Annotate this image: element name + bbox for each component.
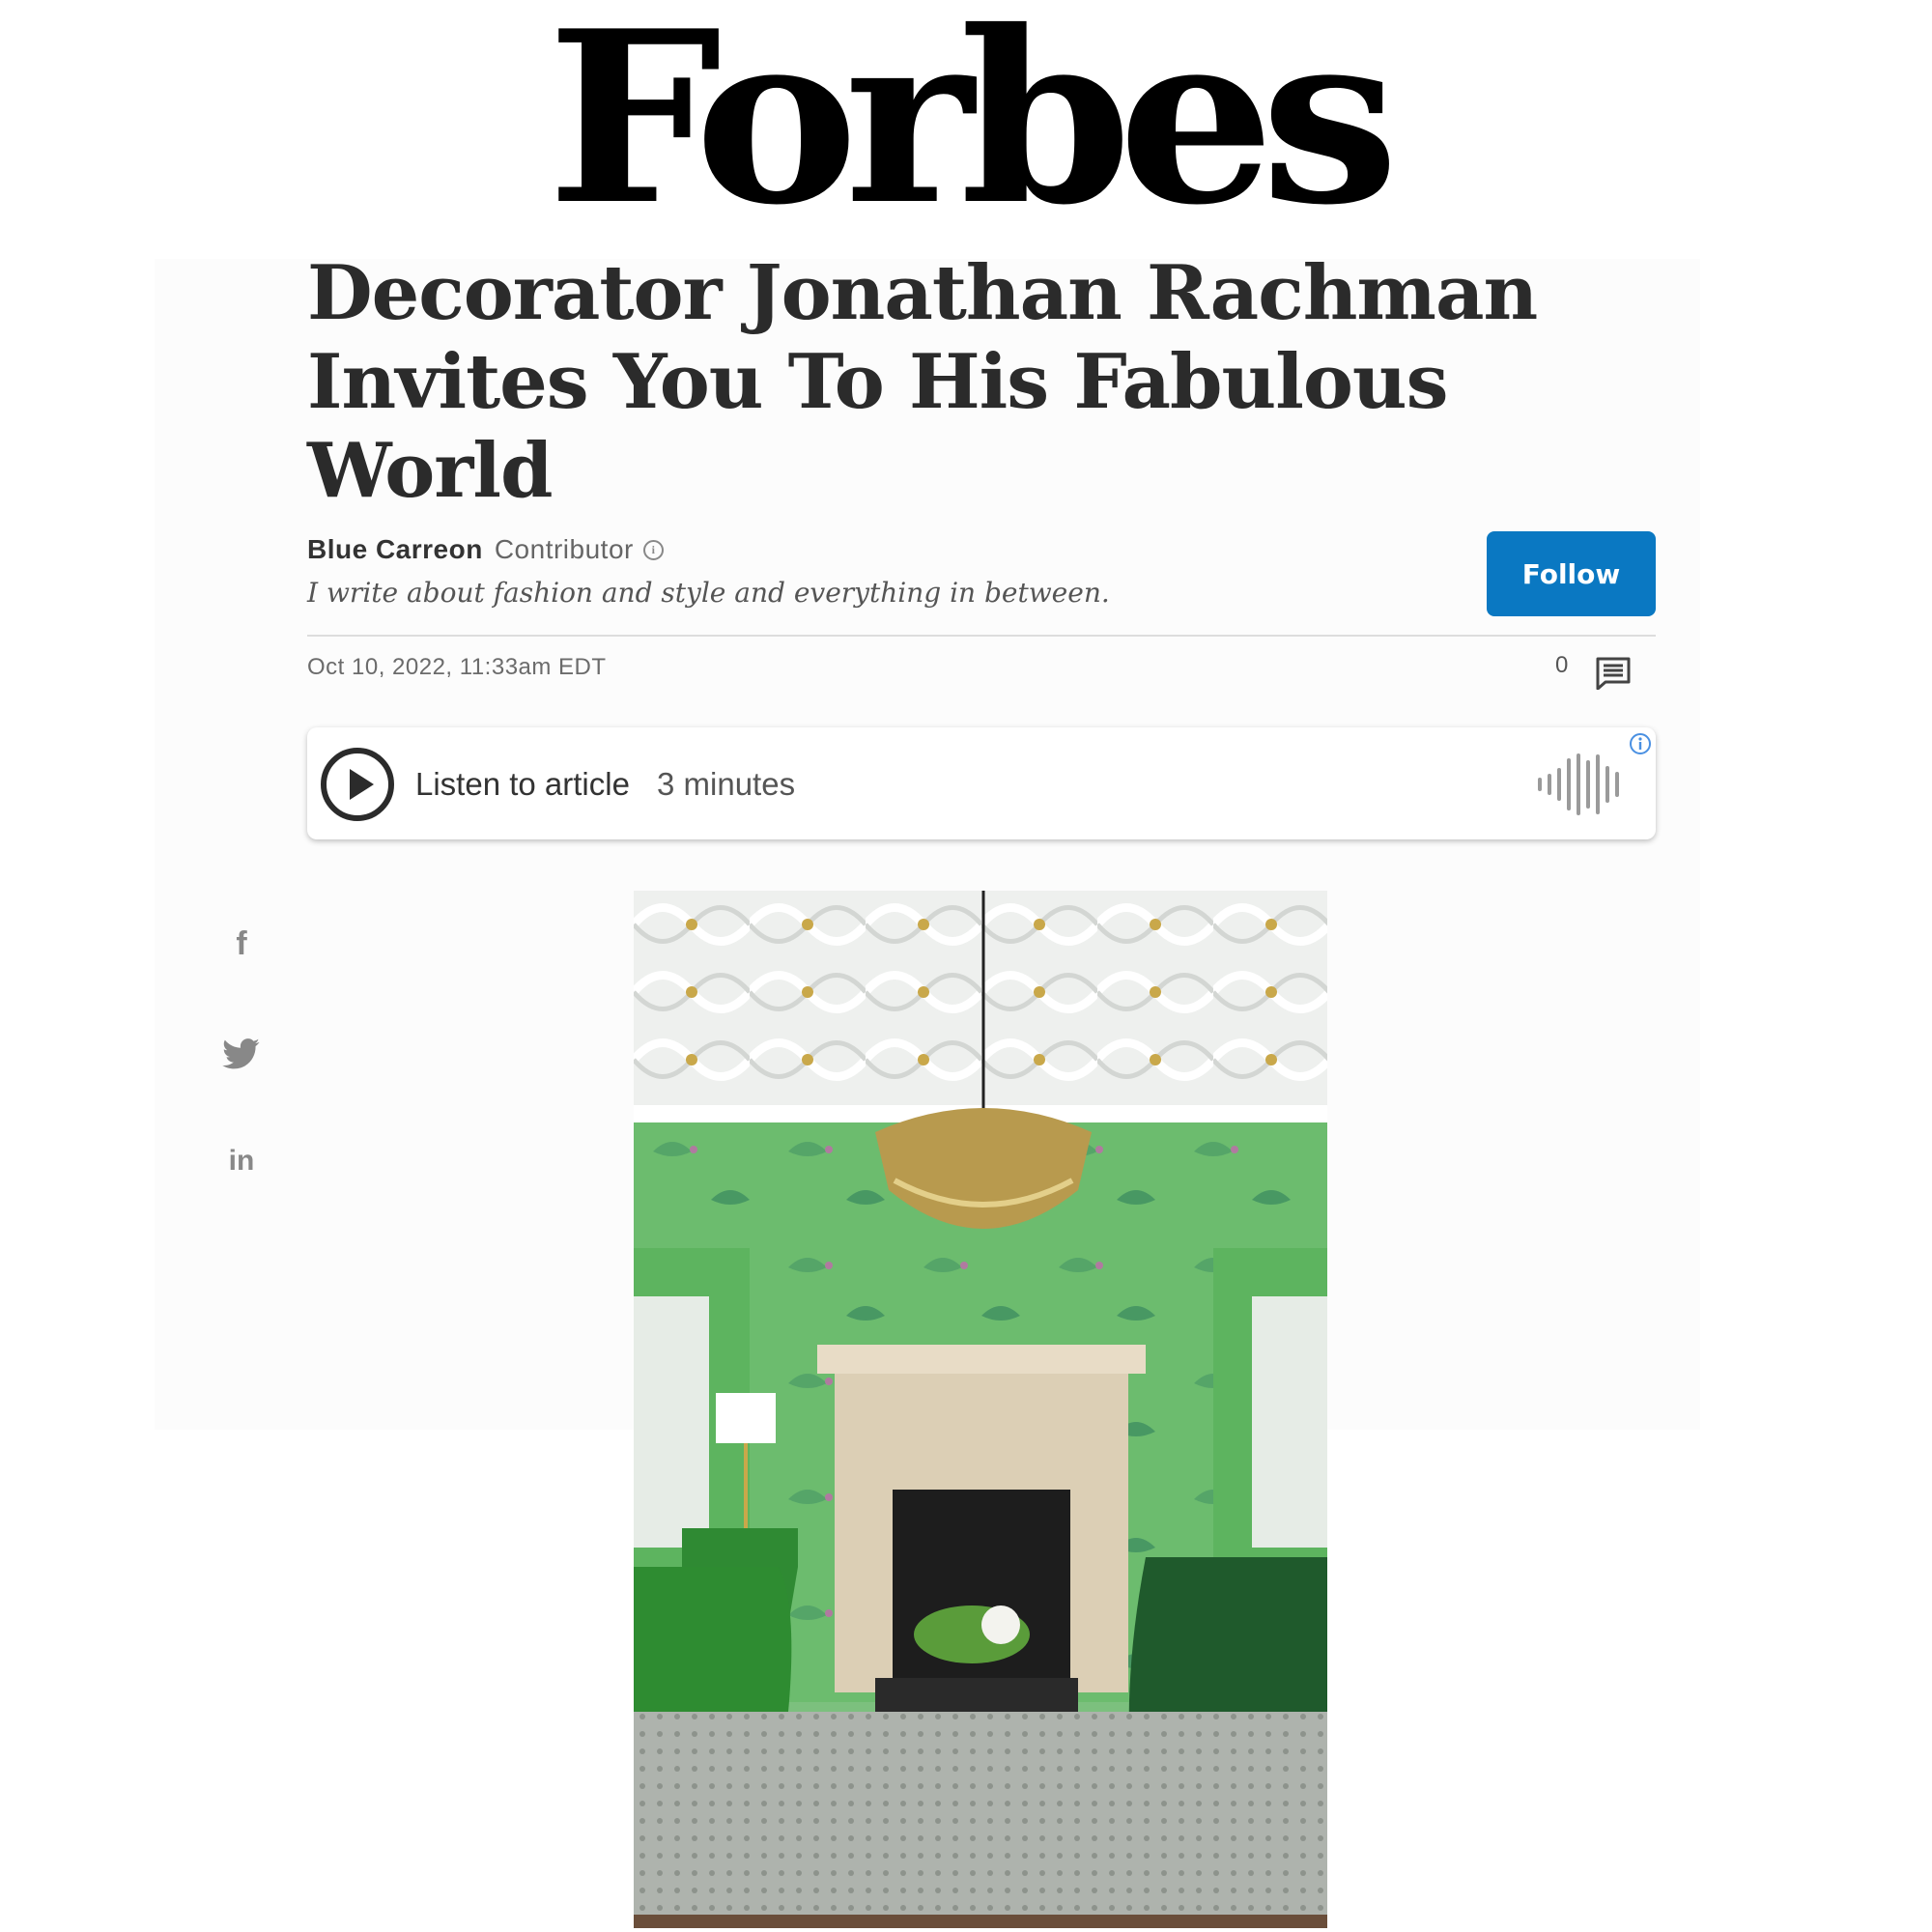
ad-info-icon[interactable]	[1629, 732, 1652, 755]
author-bio: I write about fashion and style and ever…	[307, 577, 1110, 609]
share-rail	[155, 894, 280, 1430]
facebook-icon[interactable]: f	[222, 925, 261, 963]
headline-line-2: Invites You To His Fabulous World	[307, 338, 1449, 515]
waveform-icon	[1538, 753, 1619, 815]
info-icon[interactable]: i	[642, 539, 664, 560]
byline: Blue Carreon Contributor i I write about…	[307, 533, 1110, 611]
author-role: Contributor	[494, 534, 634, 564]
listen-label: Listen to article	[415, 766, 630, 802]
follow-button[interactable]: Follow	[1487, 531, 1656, 616]
headline-line-1: Decorator Jonathan Rachman	[307, 249, 1538, 337]
byline-divider	[307, 635, 1656, 637]
linkedin-icon[interactable]: in	[222, 1145, 261, 1178]
author-row: Blue Carreon Contributor i	[307, 533, 1110, 566]
forbes-logo[interactable]: Forbes	[547, 0, 1399, 237]
living-room-photo-illustration	[634, 891, 1327, 1928]
article-hero-image[interactable]	[634, 891, 1327, 1928]
twitter-icon[interactable]	[222, 1038, 261, 1069]
listen-duration: 3 minutes	[657, 766, 796, 802]
play-icon[interactable]	[320, 747, 395, 822]
comment-icon[interactable]	[1596, 657, 1631, 690]
article-headline: Decorator Jonathan Rachman Invites You T…	[307, 249, 1708, 516]
publish-date: Oct 10, 2022, 11:33am EDT	[307, 654, 607, 680]
comment-count[interactable]: 0	[1555, 652, 1568, 679]
listen-to-article-bar[interactable]: Listen to article 3 minutes	[307, 727, 1656, 839]
masthead: Forbes	[0, 0, 1932, 237]
author-name[interactable]: Blue Carreon	[307, 533, 483, 566]
